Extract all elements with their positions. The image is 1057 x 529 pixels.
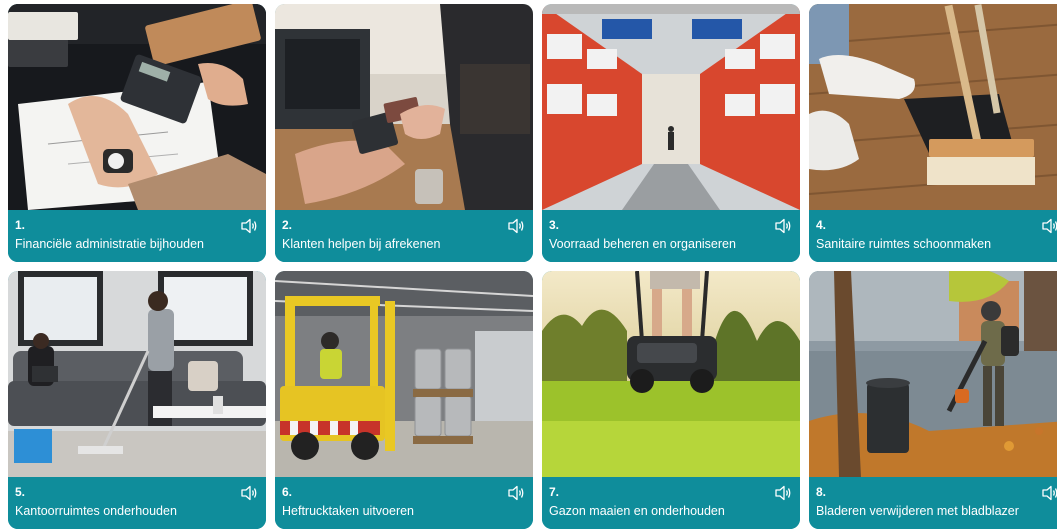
task-number: 4. (816, 218, 827, 232)
task-card-sanitary-cleaning[interactable]: 4. Sanitaire ruimtes schoonmaken (809, 4, 1057, 262)
task-card-office-maintenance[interactable]: 5. Kantoorruimtes onderhouden (8, 271, 266, 529)
task-card-leaf-blowing[interactable]: 8. Bladeren verwijderen met bladblazer (809, 271, 1057, 529)
speaker-icon[interactable] (774, 218, 792, 234)
task-card-inventory[interactable]: 3. Voorraad beheren en organiseren (542, 4, 800, 262)
task-number: 1. (15, 218, 26, 232)
task-label: Gazon maaien en onderhouden (549, 504, 725, 518)
task-label: Klanten helpen bij afrekenen (282, 237, 441, 251)
task-number: 3. (549, 218, 560, 232)
speaker-icon[interactable] (507, 218, 525, 234)
speaker-icon[interactable] (1041, 485, 1057, 501)
task-photo-forklift (275, 271, 533, 477)
task-caption: 2. Klanten helpen bij afrekenen (275, 210, 533, 262)
task-caption: 7. Gazon maaien en onderhouden (542, 477, 800, 529)
task-caption: 5. Kantoorruimtes onderhouden (8, 477, 266, 529)
speaker-icon[interactable] (1041, 218, 1057, 234)
task-number: 8. (816, 485, 827, 499)
task-card-lawn-mowing[interactable]: 7. Gazon maaien en onderhouden (542, 271, 800, 529)
speaker-icon[interactable] (507, 485, 525, 501)
speaker-icon[interactable] (240, 485, 258, 501)
task-caption: 3. Voorraad beheren en organiseren (542, 210, 800, 262)
speaker-icon[interactable] (240, 218, 258, 234)
task-photo-financial-administration (8, 4, 266, 210)
task-caption: 1. Financiële administratie bijhouden (8, 210, 266, 262)
task-photo-lawn-mowing (542, 271, 800, 477)
task-number: 6. (282, 485, 293, 499)
task-caption: 6. Heftrucktaken uitvoeren (275, 477, 533, 529)
task-label: Kantoorruimtes onderhouden (15, 504, 177, 518)
task-caption: 4. Sanitaire ruimtes schoonmaken (809, 210, 1057, 262)
task-label: Financiële administratie bijhouden (15, 237, 205, 251)
task-card-grid: 1. Financiële administratie bijhouden 2.… (8, 4, 1057, 529)
task-card-financial-administration[interactable]: 1. Financiële administratie bijhouden (8, 4, 266, 262)
task-photo-sanitary-cleaning (809, 4, 1057, 210)
task-label: Heftrucktaken uitvoeren (282, 504, 415, 518)
speaker-icon[interactable] (774, 485, 792, 501)
task-caption: 8. Bladeren verwijderen met bladblazer (809, 477, 1057, 529)
task-photo-checkout (275, 4, 533, 210)
task-label: Sanitaire ruimtes schoonmaken (816, 237, 992, 251)
task-photo-office-maintenance (8, 271, 266, 477)
task-photo-inventory (542, 4, 800, 210)
task-label: Voorraad beheren en organiseren (549, 237, 736, 251)
task-card-checkout[interactable]: 2. Klanten helpen bij afrekenen (275, 4, 533, 262)
task-number: 2. (282, 218, 293, 232)
task-label: Bladeren verwijderen met bladblazer (816, 504, 1019, 518)
task-photo-leaf-blowing (809, 271, 1057, 477)
task-number: 7. (549, 485, 560, 499)
task-number: 5. (15, 485, 26, 499)
task-card-forklift[interactable]: 6. Heftrucktaken uitvoeren (275, 271, 533, 529)
